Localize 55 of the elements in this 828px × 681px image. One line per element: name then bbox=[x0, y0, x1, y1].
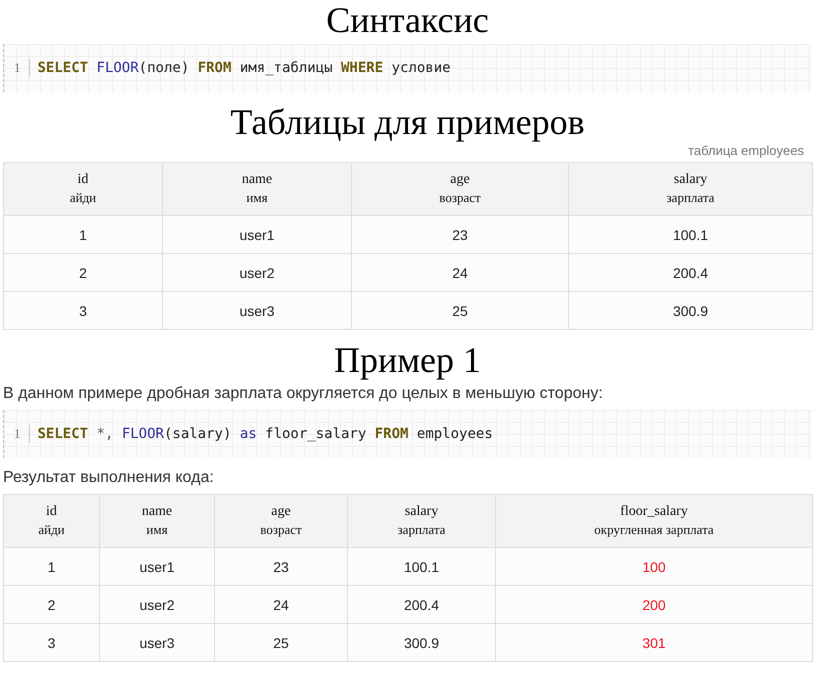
column-name: salary bbox=[674, 172, 708, 186]
column-name: floor_salary bbox=[620, 504, 688, 518]
column-name: age bbox=[450, 172, 470, 186]
table-cell: 300.9 bbox=[348, 624, 496, 662]
table-caption: таблица employees bbox=[688, 143, 804, 158]
paragraph: В данном примере дробная зарплата округляется до целых в меньшую сторону: bbox=[3, 384, 603, 404]
column-translation: зарплата bbox=[666, 190, 714, 204]
line-number: 1 bbox=[14, 425, 30, 443]
column-translation: имя bbox=[146, 522, 168, 536]
table-cell: user3 bbox=[162, 292, 352, 330]
table-cell: 200.4 bbox=[568, 254, 812, 292]
table-cell: user3 bbox=[100, 624, 214, 662]
line-number: 1 bbox=[14, 59, 30, 77]
table-cell: 100 bbox=[496, 548, 812, 586]
column-name: id bbox=[46, 504, 57, 518]
column-name: salary bbox=[404, 504, 438, 518]
column-translation: имя bbox=[246, 190, 268, 204]
table-cell: 1 bbox=[4, 548, 100, 586]
table-cell: 100.1 bbox=[348, 548, 496, 586]
table-cell: 1 bbox=[4, 216, 162, 254]
table-cell: user2 bbox=[162, 254, 352, 292]
table-cell: user1 bbox=[100, 548, 214, 586]
section-heading: Пример 1 bbox=[334, 342, 482, 378]
column-translation: айди bbox=[38, 522, 65, 536]
table-cell: 23 bbox=[214, 548, 348, 586]
table-cell: 23 bbox=[352, 216, 568, 254]
column-name: age bbox=[271, 504, 291, 518]
table-cell: user2 bbox=[100, 586, 214, 624]
column-translation: округленная зарплата bbox=[594, 522, 714, 536]
column-name: id bbox=[78, 172, 88, 186]
section-heading: Таблицы для примеров bbox=[230, 104, 585, 140]
table-cell: 200.4 bbox=[348, 586, 496, 624]
code-line: SELECT FLOOR(поле) FROM имя_таблицы WHERE условие bbox=[38, 60, 451, 76]
table-cell: 301 bbox=[496, 624, 812, 662]
section-heading: Синтаксис bbox=[326, 2, 489, 38]
table-cell: 24 bbox=[214, 586, 348, 624]
column-translation: возраст bbox=[260, 522, 302, 536]
table-cell: user1 bbox=[162, 216, 352, 254]
table-cell: 3 bbox=[4, 292, 162, 330]
table-cell: 25 bbox=[352, 292, 568, 330]
table-cell: 24 bbox=[352, 254, 568, 292]
table-cell: 100.1 bbox=[568, 216, 812, 254]
table-cell: 200 bbox=[496, 586, 812, 624]
table-cell: 300.9 bbox=[568, 292, 812, 330]
table-cell: 25 bbox=[214, 624, 348, 662]
paragraph: Результат выполнения кода: bbox=[3, 468, 214, 488]
column-translation: зарплата bbox=[398, 522, 446, 536]
table-cell: 2 bbox=[4, 586, 100, 624]
column-translation: айди bbox=[70, 190, 96, 204]
column-translation: возраст bbox=[439, 190, 481, 204]
column-name: name bbox=[142, 504, 172, 518]
table-cell: 3 bbox=[4, 624, 100, 662]
table-cell: 2 bbox=[4, 254, 162, 292]
code-line: SELECT *, FLOOR(salary) as floor_salary FROM employees bbox=[38, 426, 493, 442]
column-name: name bbox=[242, 172, 272, 186]
